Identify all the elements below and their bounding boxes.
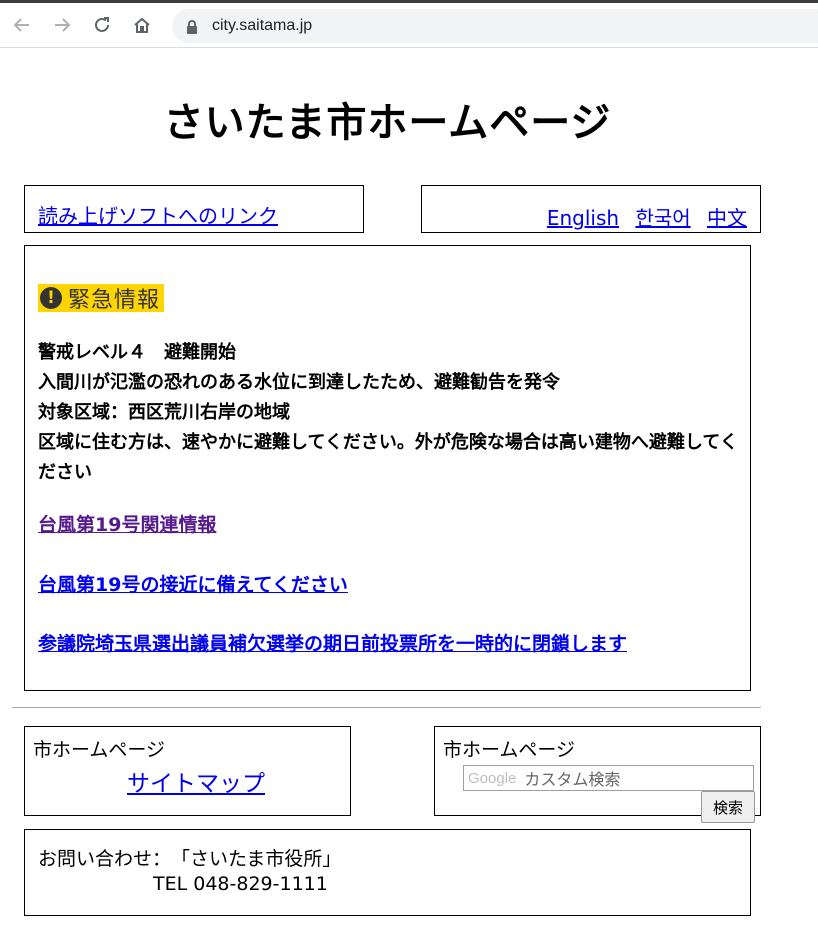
arrow-left-icon[interactable] — [9, 12, 35, 38]
contact-phone: TEL 048-829-1111 — [153, 873, 328, 895]
emergency-message: 警戒レベル４ 避難開始 入間川が氾濫の恐れのある水位に到達したため、避難勧告を発… — [38, 338, 743, 488]
emergency-line: 入間川が氾濫の恐れのある水位に到達したため、避難勧告を発令 — [38, 372, 560, 393]
emergency-info-box: ! 緊急情報 警戒レベル４ 避難開始 入間川が氾濫の恐れのある水位に到達したため… — [24, 245, 751, 691]
lang-english-link[interactable]: English — [547, 206, 619, 230]
sitemap-label: 市ホームページ — [33, 739, 166, 761]
arrow-right-icon[interactable] — [49, 12, 75, 38]
home-icon[interactable] — [129, 12, 155, 38]
reader-link-box: 読み上げソフトへのリンク — [24, 185, 364, 233]
sitemap-link[interactable]: サイトマップ — [127, 764, 265, 798]
language-links: English 한국어 中文 — [537, 202, 747, 231]
address-bar[interactable]: city.saitama.jp — [172, 9, 818, 43]
search-button[interactable]: 検索 — [701, 791, 755, 823]
divider — [12, 707, 761, 708]
page-title: さいたま市ホームページ — [163, 100, 612, 146]
google-logo: Google — [468, 769, 517, 787]
language-box: English 한국어 中文 — [421, 185, 761, 233]
search-box: 市ホームページ Google カスタム検索 検索 — [434, 726, 761, 823]
emergency-badge: ! 緊急情報 — [38, 284, 165, 313]
emergency-line: 対象区域：西区荒川右岸の地域 — [38, 402, 290, 423]
browser-toolbar: city.saitama.jp — [0, 0, 818, 48]
typhoon-info-link[interactable]: 台風第19号関連情報 — [38, 510, 216, 537]
contact-office: お問い合わせ： 「さいたま市役所」 — [38, 848, 342, 870]
reload-icon[interactable] — [89, 12, 115, 38]
reader-software-link[interactable]: 読み上げソフトへのリンク — [38, 200, 278, 229]
lock-icon — [186, 19, 198, 38]
alert-icon: ! — [40, 287, 62, 309]
sitemap-box: 市ホームページ サイトマップ — [24, 726, 351, 816]
election-notice-link[interactable]: 参議院埼玉県選出議員補欠選挙の期日前投票所を一時的に閉鎖します — [38, 629, 627, 656]
emergency-line: 警戒レベル４ 避難開始 — [38, 342, 236, 363]
typhoon-prepare-link[interactable]: 台風第19号の接近に備えてください — [38, 570, 348, 597]
search-placeholder: カスタム検索 — [524, 770, 621, 789]
contact-box: お問い合わせ： 「さいたま市役所」 TEL 048-829-1111 — [24, 829, 751, 916]
emergency-badge-label: 緊急情報 — [68, 288, 161, 313]
search-input[interactable]: Google カスタム検索 — [463, 765, 754, 791]
lang-korean-link[interactable]: 한국어 — [635, 206, 690, 230]
url-text: city.saitama.jp — [212, 17, 313, 34]
search-label: 市ホームページ — [443, 739, 576, 761]
lang-chinese-link[interactable]: 中文 — [707, 206, 747, 230]
emergency-line: 区域に住む方は、速やかに避難してください。外が危険な場合は高い建物へ避難してくだ… — [38, 432, 738, 483]
